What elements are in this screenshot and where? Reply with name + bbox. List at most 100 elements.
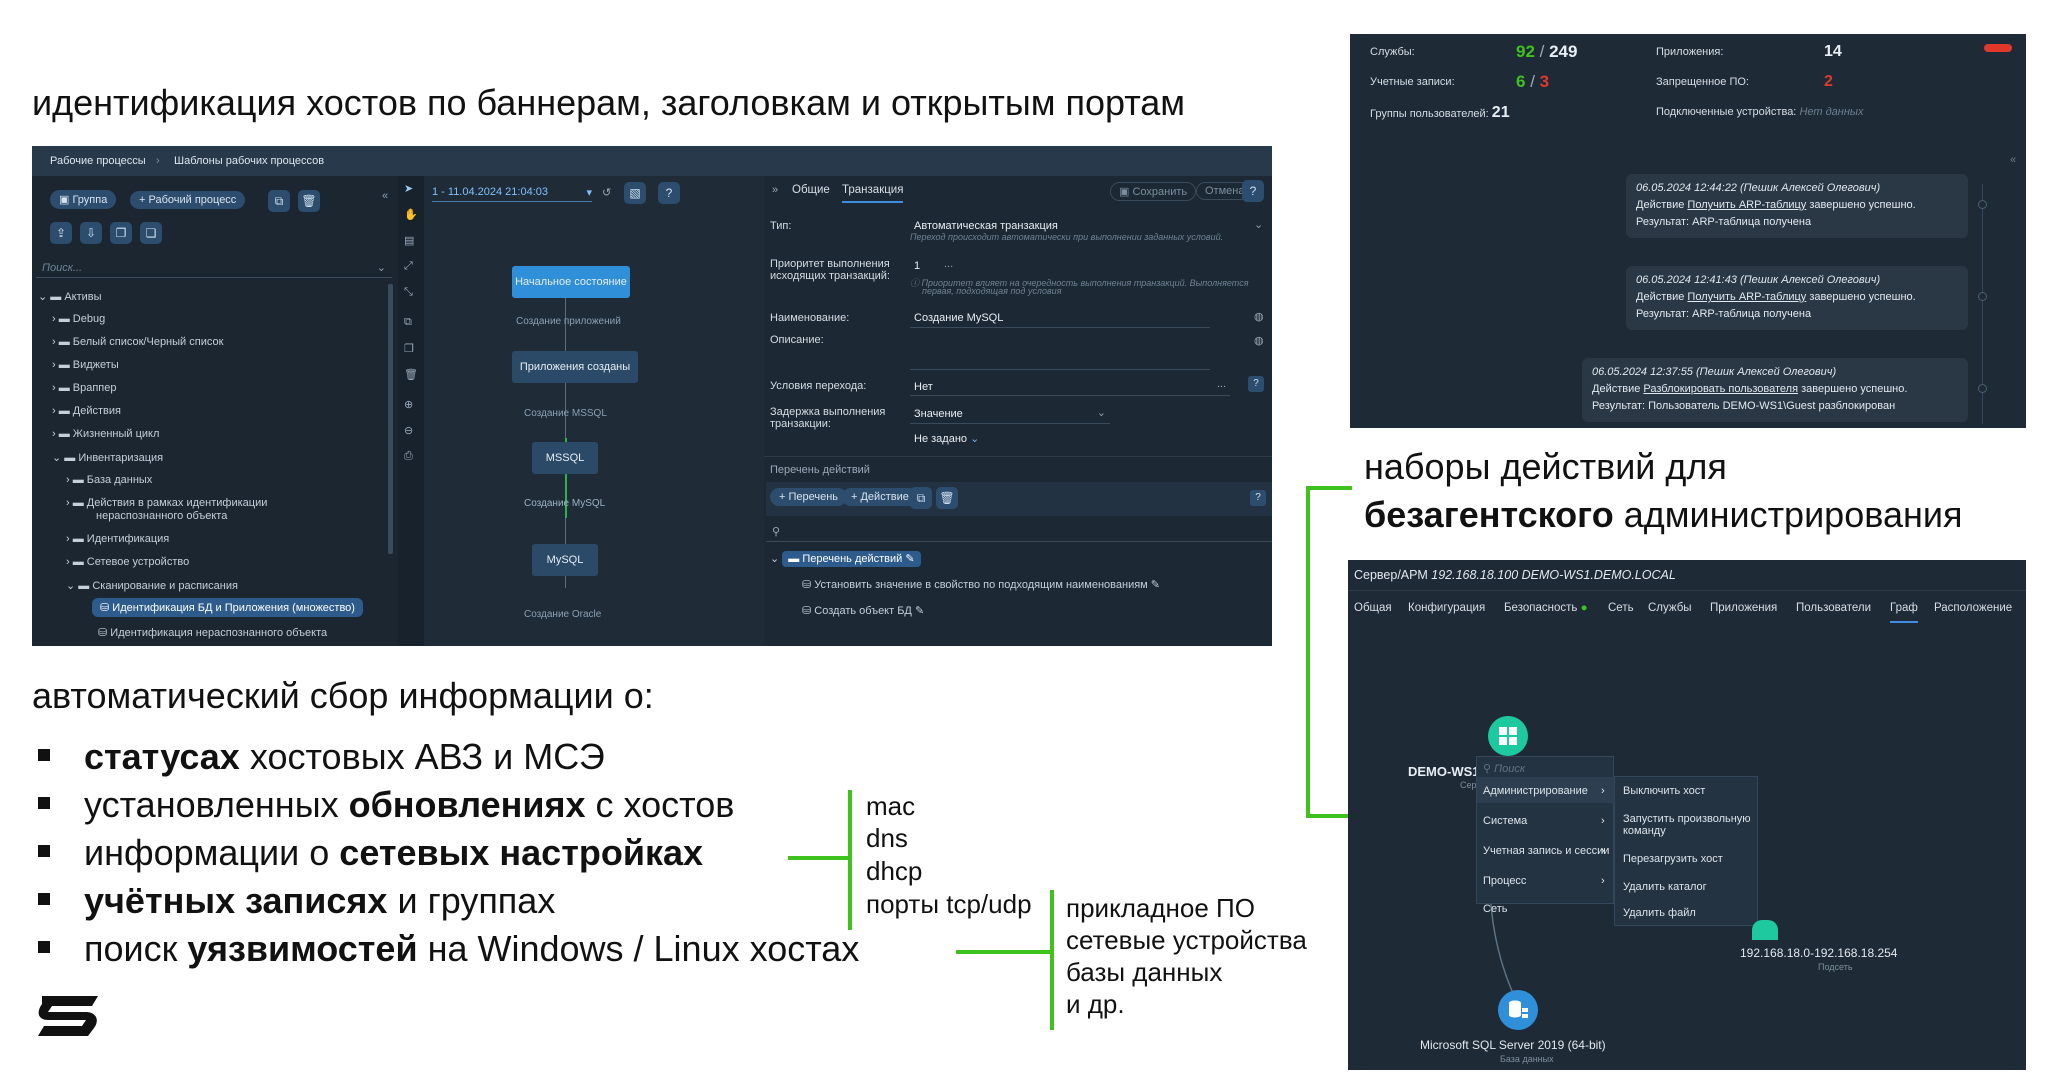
- tree-item[interactable]: › ▬ Действия в рамках идентификации: [66, 497, 267, 509]
- add-group-button[interactable]: ▣ Группа: [50, 190, 117, 209]
- help-icon[interactable]: ?: [1250, 490, 1266, 506]
- history-icon[interactable]: ↺: [602, 186, 611, 199]
- search-input[interactable]: Поиск... ⌄: [36, 258, 392, 278]
- submenu-item[interactable]: Выключить хост: [1623, 785, 1705, 797]
- tree-item[interactable]: › ▬ Белый список/Черный список: [52, 336, 223, 348]
- subnet-icon[interactable]: [1752, 920, 1778, 940]
- subnet-node-label[interactable]: 192.168.18.0-192.168.18.254: [1740, 946, 1897, 960]
- workflow-node[interactable]: Приложения созданы: [512, 351, 638, 383]
- add-action-button[interactable]: + Действие: [842, 488, 918, 506]
- copy-icon[interactable]: ⧉: [404, 316, 412, 329]
- zoom-out-icon[interactable]: ⊖: [404, 424, 413, 437]
- menu-item[interactable]: Учетная запись и сессии: [1483, 845, 1609, 857]
- trash-icon[interactable]: 🗑: [936, 487, 958, 509]
- priority-stepper[interactable]: ...: [944, 258, 953, 270]
- link-icon[interactable]: ⤡: [404, 286, 413, 299]
- event-card[interactable]: 06.05.2024 12:41:43 (Пешик Алексей Олего…: [1626, 266, 1968, 330]
- version-select[interactable]: 1 - 11.04.2024 21:04:03 ▾: [432, 186, 592, 202]
- tree-item[interactable]: ⌄ ▬ Активы: [38, 290, 102, 303]
- database-icon[interactable]: [1498, 990, 1538, 1030]
- trash-icon[interactable]: 🗑: [298, 190, 320, 212]
- tree-item[interactable]: › ▬ Виджеты: [52, 359, 119, 371]
- condition-input[interactable]: Нет ...: [910, 376, 1230, 396]
- print-icon[interactable]: ⎙: [404, 450, 413, 463]
- delay-value-select[interactable]: Не задано ⌄: [914, 432, 979, 445]
- tree-item[interactable]: › ▬ Враппер: [52, 382, 117, 394]
- tree-item[interactable]: › ▬ Debug: [52, 313, 105, 325]
- apps-count[interactable]: 14: [1824, 43, 1842, 61]
- expand-icon[interactable]: «: [2010, 154, 2016, 166]
- tree-item[interactable]: ⌄ ▬ Сканирование и расписания: [66, 579, 238, 592]
- submenu-item[interactable]: Перезагрузить хост: [1623, 853, 1723, 865]
- paste-icon[interactable]: ❐: [404, 342, 414, 355]
- database-node-label[interactable]: Microsoft SQL Server 2019 (64-bit): [1420, 1038, 1606, 1052]
- actions-search[interactable]: ⚲: [766, 522, 1272, 542]
- tree-item[interactable]: › ▬ Сетевое устройство: [66, 556, 189, 568]
- tree-item[interactable]: ⛁ Идентификация нераспознанного объекта: [98, 626, 327, 639]
- submenu-item[interactable]: Удалить файл: [1623, 907, 1696, 919]
- help-icon[interactable]: ?: [1242, 180, 1264, 202]
- globe-icon[interactable]: ◍: [1254, 334, 1264, 347]
- collapse-icon[interactable]: «: [382, 190, 388, 202]
- image-icon[interactable]: ▧: [624, 182, 646, 204]
- tree-item[interactable]: › ▬ Жизненный цикл: [52, 428, 159, 440]
- name-input[interactable]: Создание MySQL: [910, 308, 1210, 328]
- event-card[interactable]: 06.05.2024 12:44:22 (Пешик Алексей Олего…: [1626, 174, 1968, 238]
- menu-item[interactable]: Процесс: [1483, 875, 1526, 887]
- duplicate-icon[interactable]: ❐: [110, 222, 132, 244]
- workflow-edge-label[interactable]: Создание Oracle: [524, 609, 601, 620]
- services-count[interactable]: 92 / 249: [1516, 42, 1577, 62]
- zoom-in-icon[interactable]: ⊕: [404, 398, 413, 411]
- clone-icon[interactable]: ❏: [140, 222, 162, 244]
- tree-item[interactable]: › ▬ Действия: [52, 405, 121, 417]
- help-icon[interactable]: ?: [1248, 376, 1264, 392]
- menu-item[interactable]: Сеть: [1483, 903, 1507, 915]
- action-item[interactable]: ⛁ Создать объект БД ✎: [802, 604, 924, 617]
- import-icon[interactable]: ⇩: [80, 222, 102, 244]
- workflow-edge-label[interactable]: Создание MSSQL: [524, 408, 607, 419]
- workflow-node[interactable]: MySQL: [532, 544, 598, 576]
- workflow-edge-label[interactable]: Создание приложений: [516, 316, 621, 327]
- tree-item[interactable]: ⌄ ▬ Инвентаризация: [52, 451, 163, 464]
- breadcrumb-item[interactable]: Рабочие процессы: [50, 155, 146, 167]
- workflow-node[interactable]: MSSQL: [532, 442, 598, 474]
- tree-item-selected[interactable]: ⛁ Идентификация БД и Приложения (множест…: [92, 598, 363, 617]
- workflow-edge-label[interactable]: Создание MySQL: [524, 498, 605, 509]
- node-icon[interactable]: ▤: [404, 234, 414, 247]
- tab-general[interactable]: Общие: [792, 184, 830, 196]
- tab-transaction[interactable]: Транзакция: [842, 184, 904, 203]
- hand-icon[interactable]: ✋: [404, 208, 418, 221]
- menu-search[interactable]: ⚲ Поиск: [1483, 762, 1525, 775]
- copy-icon[interactable]: ⧉: [268, 190, 290, 212]
- scrollbar[interactable]: [388, 284, 393, 554]
- delay-select[interactable]: Значение ⌄: [910, 404, 1110, 424]
- edge-icon[interactable]: ⤢: [404, 260, 413, 273]
- breadcrumb-item[interactable]: Шаблоны рабочих процессов: [174, 155, 324, 167]
- menu-item[interactable]: Система: [1483, 815, 1527, 827]
- delete-icon[interactable]: 🗑: [404, 368, 418, 381]
- priority-input[interactable]: 1: [914, 260, 920, 272]
- workflow-canvas[interactable]: 1 - 11.04.2024 21:04:03 ▾ ↺ ▧ ? Начальное…: [424, 176, 764, 646]
- submenu-item[interactable]: Запустить произвольную: [1623, 813, 1751, 825]
- help-icon[interactable]: ?: [658, 182, 680, 204]
- tree-item[interactable]: › ▬ База данных: [66, 474, 152, 486]
- add-workflow-button[interactable]: + Рабочий процесс: [130, 191, 246, 209]
- windows-host-icon[interactable]: [1488, 716, 1528, 756]
- action-list-root[interactable]: ⌄ ▬ Перечень действий ✎: [770, 551, 921, 567]
- type-select[interactable]: Автоматическая транзакция: [914, 220, 1058, 232]
- workflow-node[interactable]: Начальное состояние: [512, 266, 630, 298]
- chevron-down-icon[interactable]: ⌄: [1254, 218, 1263, 231]
- submenu-item[interactable]: Удалить каталог: [1623, 881, 1707, 893]
- expand-icon[interactable]: »: [772, 184, 778, 196]
- globe-icon[interactable]: ◍: [1254, 310, 1264, 323]
- description-input[interactable]: [910, 332, 1210, 370]
- menu-item[interactable]: Администрирование: [1483, 785, 1588, 797]
- event-card[interactable]: 06.05.2024 12:37:55 (Пешик Алексей Олего…: [1582, 358, 1968, 422]
- pointer-icon[interactable]: ➤: [404, 182, 413, 195]
- add-list-button[interactable]: + Перечень: [770, 488, 848, 506]
- tree-item[interactable]: › ▬ Идентификация: [66, 533, 169, 545]
- action-item[interactable]: ⛁ Установить значение в свойство по подх…: [802, 578, 1160, 591]
- accounts-count[interactable]: 6 / 3: [1516, 72, 1549, 92]
- export-icon[interactable]: ⇪: [50, 222, 72, 244]
- copy-icon[interactable]: ⧉: [910, 487, 932, 509]
